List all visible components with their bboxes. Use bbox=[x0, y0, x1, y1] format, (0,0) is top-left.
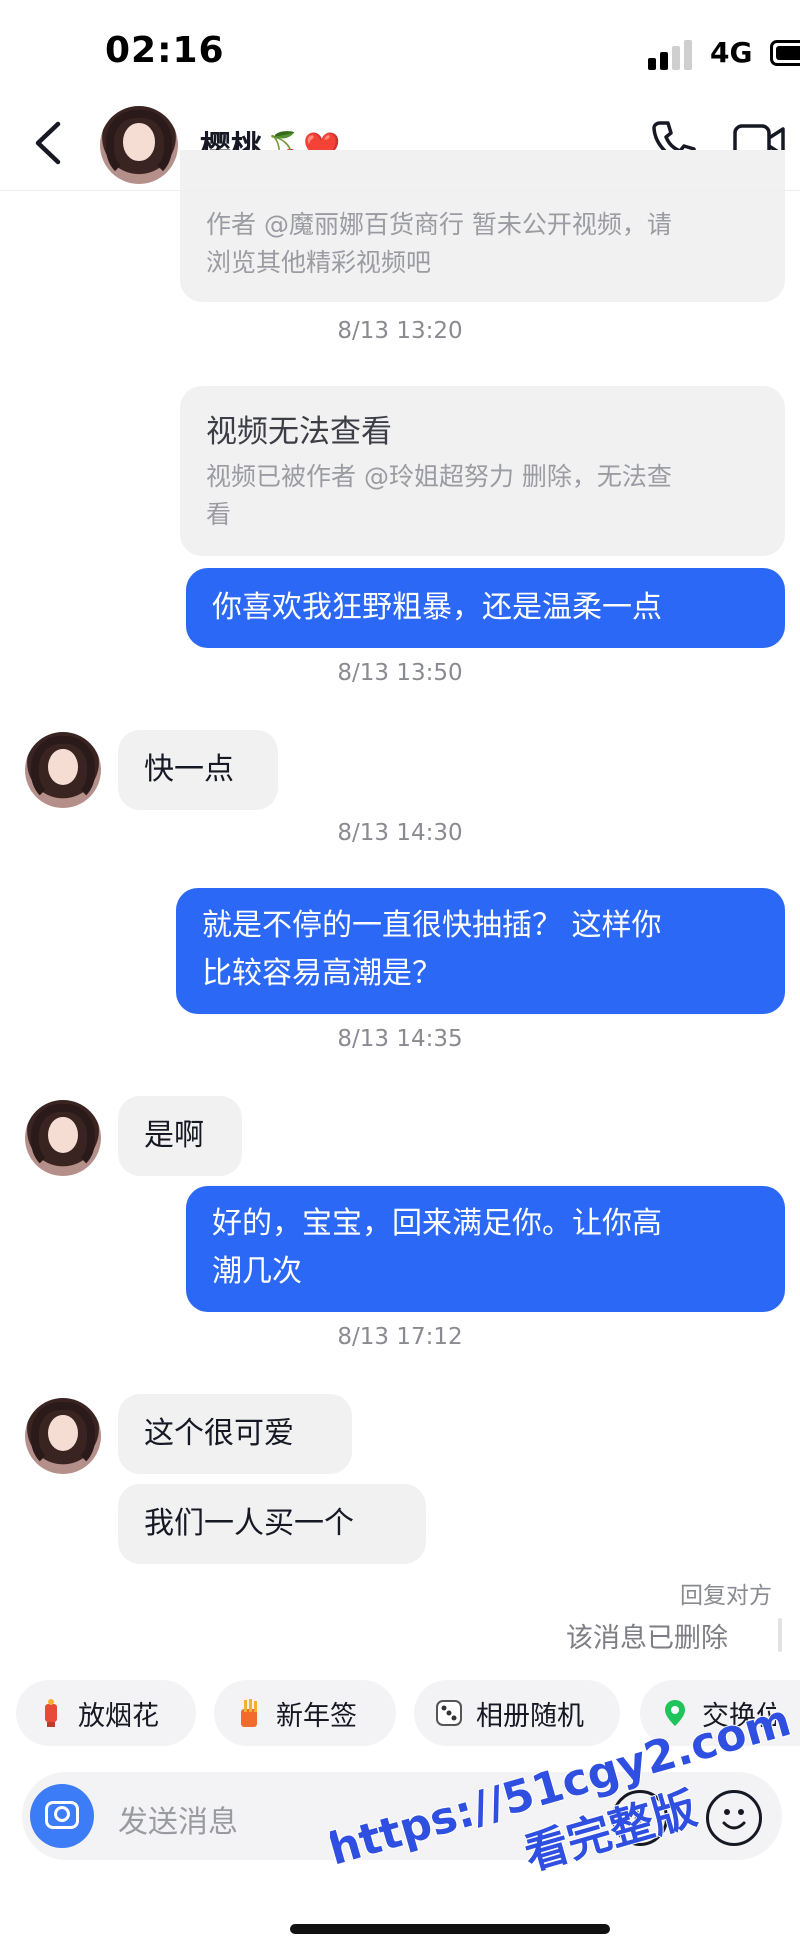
outgoing-message[interactable]: 好的，宝宝，回来满足你。让你高 潮几次 bbox=[186, 1186, 785, 1312]
quick-action-swap-location[interactable]: 交换位置 bbox=[640, 1680, 800, 1746]
deleted-message-note: 该消息已删除 bbox=[566, 1623, 728, 1654]
quick-action-fireworks[interactable]: 放烟花 bbox=[16, 1680, 196, 1746]
location-pin-icon bbox=[660, 1698, 690, 1728]
battery-icon bbox=[770, 40, 800, 66]
quote-bar bbox=[778, 1618, 782, 1652]
notice-body-line: 作者 @魔丽娜百货商行 暂未公开视频，请 bbox=[206, 210, 672, 239]
timestamp: 8/13 14:35 bbox=[337, 1026, 463, 1052]
sender-avatar[interactable] bbox=[25, 1398, 101, 1474]
dice-icon bbox=[434, 1698, 464, 1728]
sender-avatar[interactable] bbox=[25, 1100, 101, 1176]
message-text: 这个很可爱 bbox=[144, 1416, 294, 1451]
notice-body-line: 看 bbox=[206, 500, 232, 529]
emoji-button[interactable] bbox=[706, 1790, 762, 1846]
notice-body-line: 视频已被作者 @玲姐超努力 删除，无法查 bbox=[206, 462, 672, 491]
message-text: 快一点 bbox=[144, 752, 234, 787]
sender-avatar[interactable] bbox=[25, 732, 101, 808]
timestamp: 8/13 13:20 bbox=[337, 318, 463, 344]
header-divider-cover bbox=[0, 190, 800, 191]
contact-avatar[interactable] bbox=[100, 106, 178, 184]
back-button[interactable] bbox=[28, 118, 68, 168]
timestamp: 8/13 13:50 bbox=[337, 660, 463, 686]
quick-action-label: 放烟花 bbox=[78, 1700, 159, 1732]
video-unavailable-notice[interactable]: 作者 @魔丽娜百货商行 暂未公开视频，请 浏览其他精彩视频吧 bbox=[180, 150, 785, 302]
outgoing-message[interactable]: 你喜欢我狂野粗暴，还是温柔一点 bbox=[186, 568, 785, 648]
video-deleted-notice[interactable]: 视频无法查看 视频已被作者 @玲姐超努力 删除，无法查 看 bbox=[180, 386, 785, 556]
home-indicator bbox=[290, 1924, 610, 1934]
fortune-stick-icon bbox=[234, 1698, 264, 1728]
message-text-line: 比较容易高潮是？ bbox=[202, 956, 442, 991]
camera-button[interactable] bbox=[30, 1784, 94, 1848]
incoming-message[interactable]: 我们一人买一个 bbox=[118, 1484, 426, 1564]
message-text-line: 好的，宝宝，回来满足你。让你高 bbox=[212, 1206, 662, 1241]
outgoing-message[interactable]: 就是不停的一直很快抽插？ 这样你 比较容易高潮是？ bbox=[176, 888, 785, 1014]
incoming-message[interactable]: 是啊 bbox=[118, 1096, 242, 1176]
firework-icon bbox=[36, 1698, 66, 1728]
incoming-message[interactable]: 这个很可爱 bbox=[118, 1394, 352, 1474]
reply-hint: 回复对方 bbox=[680, 1583, 772, 1609]
message-input[interactable]: 发送消息 bbox=[118, 1797, 238, 1841]
voice-input-button[interactable] bbox=[612, 1790, 668, 1846]
notice-title: 视频无法查看 bbox=[206, 414, 392, 450]
message-text: 你喜欢我狂野粗暴，还是温柔一点 bbox=[212, 590, 662, 625]
signal-icon bbox=[648, 40, 698, 70]
notice-body-line: 浏览其他精彩视频吧 bbox=[206, 248, 432, 277]
message-text: 是啊 bbox=[144, 1118, 204, 1153]
smiley-icon bbox=[722, 1809, 746, 1830]
voice-icon bbox=[629, 1806, 647, 1830]
message-text-line: 就是不停的一直很快抽插？ 这样你 bbox=[202, 908, 662, 943]
message-text-line: 潮几次 bbox=[212, 1254, 302, 1289]
incoming-message[interactable]: 快一点 bbox=[118, 730, 278, 810]
chevron-left-icon bbox=[35, 121, 61, 165]
quick-action-random-album[interactable]: 相册随机 bbox=[414, 1680, 620, 1746]
quick-action-label: 交换位置 bbox=[702, 1700, 776, 1732]
message-text: 我们一人买一个 bbox=[144, 1506, 354, 1541]
timestamp: 8/13 14:30 bbox=[337, 820, 463, 846]
network-type: 4G bbox=[710, 36, 753, 69]
quick-action-new-year-lot[interactable]: 新年签 bbox=[214, 1680, 396, 1746]
timestamp: 8/13 17:12 bbox=[337, 1324, 463, 1350]
quick-action-label: 新年签 bbox=[276, 1700, 357, 1732]
status-time: 02:16 bbox=[105, 30, 225, 71]
quick-action-label: 相册随机 bbox=[476, 1700, 584, 1732]
